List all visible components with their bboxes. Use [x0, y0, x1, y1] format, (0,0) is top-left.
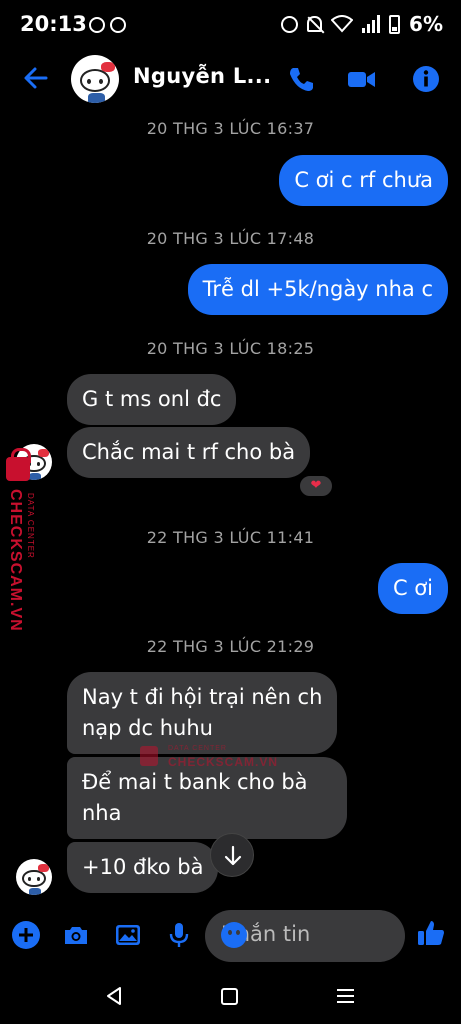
incoming-message[interactable]: +10 đko bà	[67, 842, 219, 893]
outgoing-message[interactable]: C ơi c rf chưa	[279, 155, 448, 206]
lock-icon	[6, 448, 31, 481]
nav-menu-icon[interactable]	[337, 989, 354, 1007]
lock-icon	[140, 746, 158, 766]
signal-icon	[362, 15, 381, 33]
arrow-down-icon	[224, 845, 242, 866]
outgoing-message[interactable]: C ơi	[377, 563, 448, 614]
message-timestamp: 22 THG 3 LÚC 21:29	[146, 637, 315, 656]
system-nav-bar	[0, 968, 461, 1024]
microphone-icon[interactable]	[165, 921, 193, 949]
video-call-icon[interactable]	[346, 64, 376, 94]
heart-reaction-badge[interactable]: ❤	[298, 474, 334, 498]
message-line: Nay t đi hội trại nên ch	[82, 685, 323, 709]
message-line: nha	[82, 801, 122, 825]
message-timestamp: 20 THG 3 LÚC 16:37	[146, 119, 315, 138]
incoming-message[interactable]: Chắc mai t rf cho bà	[67, 427, 311, 478]
alarm-icon	[281, 15, 299, 33]
mute-icon	[307, 16, 323, 32]
camera-icon[interactable]	[62, 921, 90, 949]
watermark-sub: DATA CENTER	[26, 493, 35, 559]
nav-home-icon[interactable]	[221, 988, 238, 1005]
message-input[interactable]: Nhắn tin	[205, 910, 405, 962]
status-bar: 20:13 6%	[0, 0, 461, 52]
plus-icon[interactable]	[12, 921, 40, 949]
status-time: 20:13	[20, 12, 87, 36]
messenger-notification-icon	[110, 17, 126, 33]
message-timestamp: 20 THG 3 LÚC 17:48	[146, 229, 315, 248]
info-icon[interactable]	[411, 64, 441, 94]
messenger-notification-icon	[89, 17, 105, 33]
emoji-icon[interactable]	[221, 922, 247, 948]
phone-call-icon[interactable]	[286, 64, 316, 94]
watermark-side: CHECKSCAM.VN DATA CENTER	[0, 445, 42, 655]
battery-icon	[389, 14, 401, 34]
wifi-icon	[331, 15, 354, 33]
gallery-icon[interactable]	[114, 921, 142, 949]
watermark-brand: CHECKSCAM.VN	[168, 755, 279, 769]
nav-back-icon[interactable]	[104, 986, 124, 1006]
battery-percent: 6%	[409, 12, 443, 36]
contact-avatar[interactable]	[71, 55, 119, 103]
watermark-center: DATA CENTER CHECKSCAM.VN	[140, 742, 290, 782]
contact-avatar-small[interactable]	[16, 859, 52, 895]
chat-header: Nguyễn L...	[0, 52, 461, 108]
message-timestamp: 20 THG 3 LÚC 18:25	[146, 339, 315, 358]
contact-name[interactable]: Nguyễn L...	[133, 64, 271, 88]
watermark-sub: DATA CENTER	[168, 745, 227, 752]
scroll-to-bottom-button[interactable]	[210, 833, 254, 877]
outgoing-message[interactable]: Trễ dl +5k/ngày nha c	[187, 264, 448, 315]
message-line: nạp dc huhu	[82, 716, 213, 740]
incoming-message[interactable]: G t ms onl đc	[67, 374, 237, 425]
composer-bar: Nhắn tin	[0, 904, 461, 968]
message-timestamp: 22 THG 3 LÚC 11:41	[146, 528, 315, 547]
thumbs-up-icon[interactable]	[416, 918, 446, 948]
watermark-brand: CHECKSCAM.VN	[7, 489, 24, 632]
back-arrow-icon[interactable]	[22, 64, 50, 92]
